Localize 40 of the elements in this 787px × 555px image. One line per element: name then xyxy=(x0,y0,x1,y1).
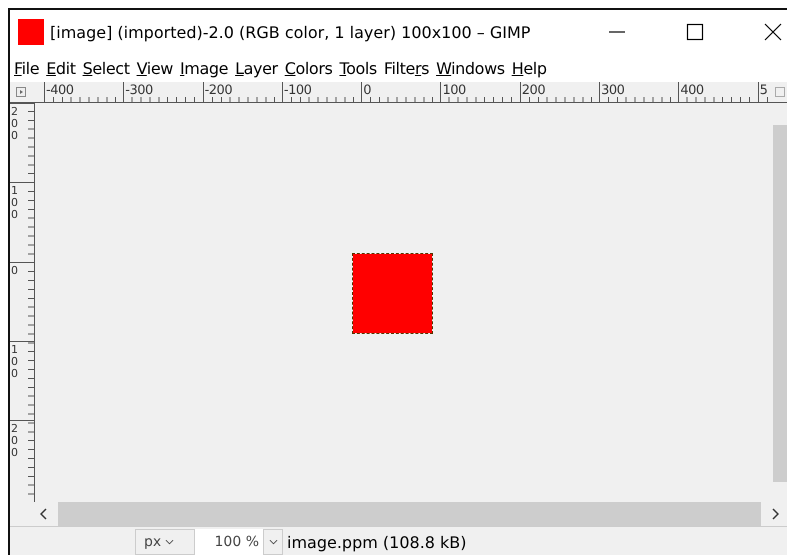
ruler-label: 400 xyxy=(680,83,704,98)
menu-item[interactable]: Colors xyxy=(284,58,332,78)
ruler-label: -100 xyxy=(284,83,312,98)
scroll-left-icon[interactable] xyxy=(40,508,48,520)
chevron-down-icon xyxy=(165,539,174,545)
menu-item[interactable]: Layer xyxy=(235,58,278,78)
menu-item[interactable]: Edit xyxy=(46,58,76,78)
close-icon[interactable] xyxy=(763,22,783,42)
ruler-label: 100 xyxy=(10,183,19,222)
ruler-label: 0 xyxy=(10,262,19,277)
ruler-label: 5 xyxy=(760,83,768,98)
file-info: image.ppm (108.8 kB) xyxy=(287,532,467,552)
ruler-label: -300 xyxy=(125,83,153,98)
scroll-right-icon[interactable] xyxy=(771,508,779,520)
unit-dropdown[interactable]: px xyxy=(135,529,195,555)
quick-mask-icon[interactable] xyxy=(16,87,26,97)
horizontal-scrollbar[interactable] xyxy=(58,502,761,526)
menu-item[interactable]: Select xyxy=(82,58,130,78)
menu-item[interactable]: Windows xyxy=(436,58,505,78)
menu-item[interactable]: Filters xyxy=(384,58,430,78)
ruler-label: -200 xyxy=(204,83,232,98)
ruler-label: 200 xyxy=(522,83,546,98)
image-icon xyxy=(18,19,44,45)
ruler-label: -400 xyxy=(46,83,74,98)
menu-item[interactable]: Tools xyxy=(339,58,377,78)
menu-item[interactable]: File xyxy=(14,58,40,78)
ruler-label: 300 xyxy=(601,83,624,98)
zoom-field[interactable]: 100 % xyxy=(195,529,263,555)
window-title: [image] (imported)-2.0 (RGB color, 1 layer) 100x100 – GIMP xyxy=(50,22,530,42)
maximize-icon[interactable] xyxy=(685,22,705,42)
chevron-down-icon xyxy=(268,539,278,545)
ruler-label: 200 xyxy=(10,421,19,460)
ruler-label: 100 xyxy=(442,83,466,98)
menu-item[interactable]: Help xyxy=(512,58,547,78)
ruler-label: 200 xyxy=(10,104,19,142)
menu-item[interactable]: View xyxy=(136,58,173,78)
menu-item[interactable]: Image xyxy=(180,58,228,78)
vertical-scrollbar[interactable] xyxy=(773,125,787,482)
ruler-label: 0 xyxy=(363,83,371,98)
ruler-label: 100 xyxy=(10,342,19,380)
